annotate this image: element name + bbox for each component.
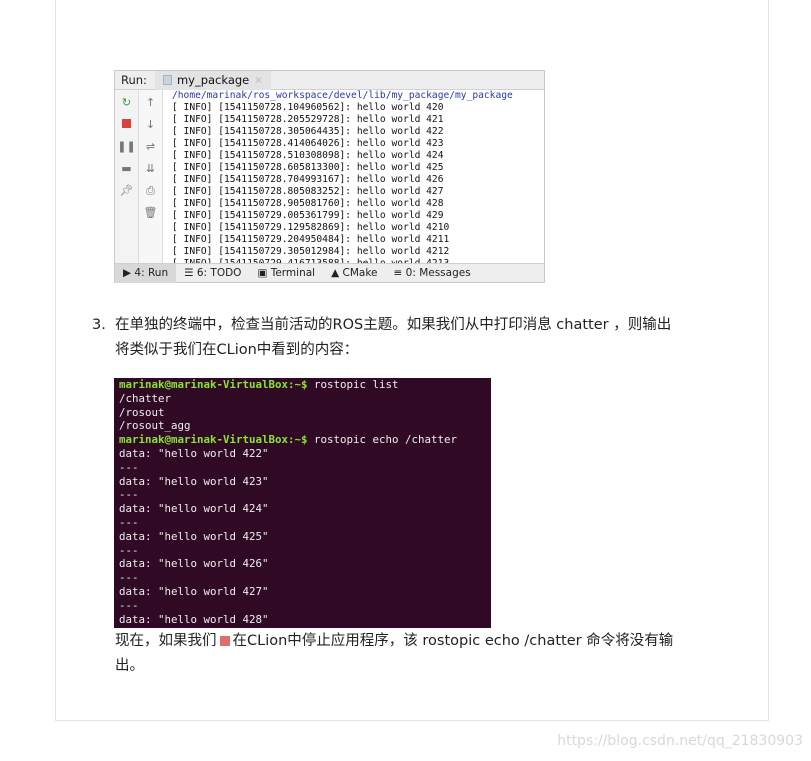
echo-line: --- (119, 571, 139, 585)
note-text: 现在，如果我们 (115, 633, 217, 649)
layout-icon[interactable]: ▬ (121, 160, 131, 177)
echo-line: data: "hello world 425" (119, 529, 269, 543)
run-toolbar: ↻ ❚❚ ▬ 📌︎ (115, 90, 139, 263)
console-output: /home/marinak/ros_workspace/devel/lib/my… (172, 90, 544, 263)
command: rostopic echo /chatter (307, 433, 458, 447)
command: rostopic list (307, 378, 399, 391)
log-line: [ INFO] [1541150728.704993167]: hello wo… (172, 174, 444, 185)
run-header: Run: my_package × (115, 70, 544, 90)
print-icon[interactable]: ⎙ (146, 182, 155, 199)
note-line1: 现在，如果我们 在CLion中停止应用程序，该 rostopic echo /ch… (115, 629, 673, 654)
log-line: [ INFO] [1541150729.005361799]: hello wo… (172, 210, 444, 221)
echo-line: --- (119, 488, 139, 502)
executable-path: /home/marinak/ros_workspace/devel/lib/my… (172, 90, 513, 101)
log-line: [ INFO] [1541150728.805083252]: hello wo… (172, 186, 444, 197)
log-line: [ INFO] [1541150728.305064435]: hello wo… (172, 126, 444, 137)
tool-tab[interactable]: ▲ CMake (323, 264, 385, 283)
tool-tab[interactable]: ▶ 4: Run (115, 263, 177, 283)
note-line2: 出。 (115, 658, 144, 674)
watermark: https://blog.csdn.net/qq_21830903 (557, 733, 803, 749)
echo-line: data: "hello world 427" (119, 584, 269, 598)
pause-icon[interactable]: ❚❚ (117, 138, 135, 155)
prompt: marinak@marinak-VirtualBox:~$ (119, 378, 308, 391)
echo-line: --- (119, 598, 139, 612)
topic-line: /rosout_agg (119, 419, 191, 433)
tool-tab[interactable]: ▣ Terminal (249, 264, 323, 283)
echo-line: data: "hello world 426" (119, 557, 269, 571)
log-line: [ INFO] [1541150728.104960562]: hello wo… (172, 102, 444, 113)
step3-line1: 在单独的终端中，检查当前活动的ROS主题。如果我们从中打印消息 chatter … (115, 317, 672, 333)
echo-line: --- (119, 460, 139, 474)
close-icon[interactable]: × (254, 75, 262, 86)
stop-icon (219, 636, 230, 646)
tool-tab[interactable]: ≡ 0: Messages (386, 264, 479, 283)
log-lines: [ INFO] [1541150728.104960562]: hello wo… (172, 102, 544, 263)
log-line: [ INFO] [1541150729.305012984]: hello wo… (172, 246, 450, 257)
echo-line: data: "hello world 424" (119, 502, 269, 516)
soft-wrap-icon[interactable]: ⇌ (146, 138, 155, 155)
run-label: Run: (121, 73, 147, 87)
tool-tab[interactable]: ☰ 6: TODO (176, 264, 249, 283)
console-icon (162, 75, 172, 85)
log-line: [ INFO] [1541150729.129582869]: hello wo… (172, 222, 450, 233)
echo-line: data: "hello world 423" (119, 474, 269, 488)
topic-line: /chatter (119, 391, 172, 405)
prompt: marinak@marinak-VirtualBox:~$ (119, 433, 308, 447)
rerun-icon[interactable]: ↻ (122, 94, 131, 111)
scroll-to-end-icon[interactable]: ⇊ (146, 160, 155, 177)
terminal-window: marinak@marinak-VirtualBox:~$ rostopic l… (114, 378, 491, 628)
stop-icon[interactable] (122, 116, 131, 133)
arrow-down-icon[interactable]: ↓ (146, 116, 155, 133)
arrow-up-icon[interactable]: ↑ (146, 94, 155, 111)
log-line: [ INFO] [1541150728.905081760]: hello wo… (172, 198, 444, 209)
step3-line2: 将类似于我们在CLion中看到的内容： (115, 342, 359, 358)
tab-label: my_package (176, 73, 250, 87)
tool-window-bar: ▶ 4: Run ☰ 6: TODO ▣ Terminal ▲ CMake ≡ 0: M… (115, 263, 544, 283)
topic-line: /rosout (119, 405, 165, 419)
echo-line: data: "hello world 422" (119, 446, 269, 460)
console-toolbar: ↑ ↓ ⇌ ⇊ ⎙ 🗑︎ (139, 90, 163, 263)
log-line: [ INFO] [1541150728.205529728]: hello wo… (172, 114, 444, 125)
pin-icon[interactable]: 📌︎ (120, 182, 134, 199)
echo-line: --- (119, 515, 139, 529)
log-line: [ INFO] [1541150729.204950484]: hello wo… (172, 234, 450, 245)
clion-run-panel: Run: my_package × ↻ ❚❚ ▬ 📌︎ ↑ ↓ ⇌ ⇊ ⎙ 🗑︎… (114, 70, 545, 283)
tab-my-package[interactable]: my_package × (154, 70, 271, 90)
echo-line: data: "hello world 428" (119, 612, 269, 626)
note-text: 在CLion中停止应用程序，该 rostopic echo /chatter 命… (232, 633, 674, 649)
log-line: [ INFO] [1541150728.414064026]: hello wo… (172, 138, 444, 149)
echo-line: --- (119, 543, 139, 557)
trash-icon[interactable]: 🗑︎ (144, 204, 158, 221)
log-line: [ INFO] [1541150728.510308098]: hello wo… (172, 150, 444, 161)
log-line: [ INFO] [1541150728.605813300]: hello wo… (172, 162, 444, 173)
step-number: 3. (92, 317, 106, 333)
